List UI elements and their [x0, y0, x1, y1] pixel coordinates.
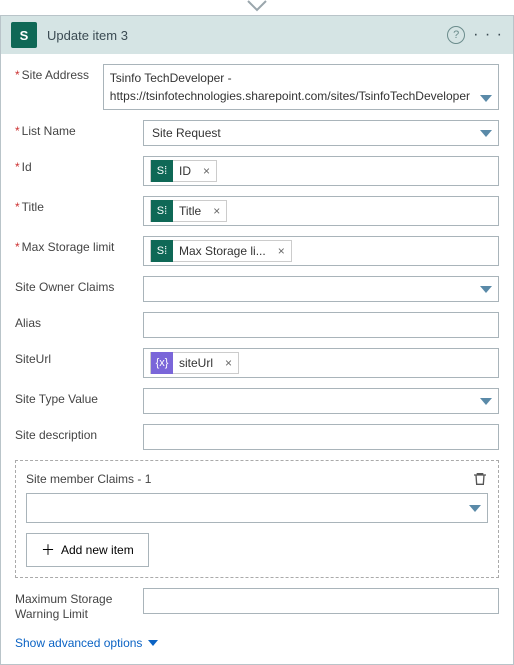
sharepoint-token-icon: S⁞ [151, 200, 173, 222]
sharepoint-icon: S [11, 22, 37, 48]
token-site-url[interactable]: {x} siteUrl × [150, 352, 239, 374]
site-address-combobox[interactable]: Tsinfo TechDeveloper - https://tsinfotec… [103, 64, 499, 110]
site-owner-combobox[interactable] [143, 276, 499, 302]
title-input[interactable]: S⁞ Title × [143, 196, 499, 226]
card-header[interactable]: S Update item 3 ? · · · [1, 16, 513, 54]
label-site-type: Site Type Value [15, 388, 143, 407]
variable-token-icon: {x} [151, 352, 173, 374]
label-alias: Alias [15, 312, 143, 331]
sharepoint-token-icon: S⁞ [151, 160, 173, 182]
label-max-warning: Maximum Storage Warning Limit [15, 588, 143, 622]
label-site-desc: Site description [15, 424, 143, 443]
site-member-claims-combobox[interactable] [26, 493, 488, 523]
label-site-address: Site Address [15, 64, 103, 83]
chevron-down-icon [480, 282, 492, 296]
label-title: Title [15, 196, 143, 215]
chevron-down-icon [480, 394, 492, 408]
delete-icon[interactable] [472, 471, 488, 487]
action-card: S Update item 3 ? · · · Site Address Tsi… [0, 15, 514, 665]
more-menu-icon[interactable]: · · · [473, 26, 503, 44]
list-name-combobox[interactable]: Site Request [143, 120, 499, 146]
token-max-storage[interactable]: S⁞ Max Storage li... × [150, 240, 292, 262]
label-list-name: List Name [15, 120, 143, 139]
group-title: Site member Claims - 1 [26, 472, 151, 486]
label-max-storage: Max Storage limit [15, 236, 143, 255]
site-type-combobox[interactable] [143, 388, 499, 414]
add-new-item-button[interactable]: ＋ Add new item [26, 533, 149, 567]
alias-input[interactable] [143, 312, 499, 338]
label-site-owner: Site Owner Claims [15, 276, 143, 295]
id-input[interactable]: S⁞ ID × [143, 156, 499, 186]
remove-token-icon[interactable]: × [207, 204, 226, 218]
max-storage-input[interactable]: S⁞ Max Storage li... × [143, 236, 499, 266]
sharepoint-token-icon: S⁞ [151, 240, 173, 262]
plus-icon: ＋ [41, 540, 55, 560]
remove-token-icon[interactable]: × [272, 244, 291, 258]
chevron-down-icon [469, 501, 481, 515]
site-description-input[interactable] [143, 424, 499, 450]
remove-token-icon[interactable]: × [197, 164, 216, 178]
remove-token-icon[interactable]: × [219, 356, 238, 370]
token-title[interactable]: S⁞ Title × [150, 200, 227, 222]
flow-arrow-down-icon [247, 0, 267, 12]
show-advanced-options-link[interactable]: Show advanced options [15, 636, 158, 650]
chevron-down-icon [480, 126, 492, 140]
chevron-down-icon [148, 640, 158, 646]
card-title: Update item 3 [47, 28, 447, 43]
label-site-url: SiteUrl [15, 348, 143, 367]
site-member-claims-group: Site member Claims - 1 ＋ Add new item [15, 460, 499, 578]
max-warning-input[interactable] [143, 588, 499, 614]
label-id: Id [15, 156, 143, 175]
help-icon[interactable]: ? [447, 26, 465, 44]
site-url-input[interactable]: {x} siteUrl × [143, 348, 499, 378]
token-id[interactable]: S⁞ ID × [150, 160, 217, 182]
chevron-down-icon [480, 91, 492, 105]
